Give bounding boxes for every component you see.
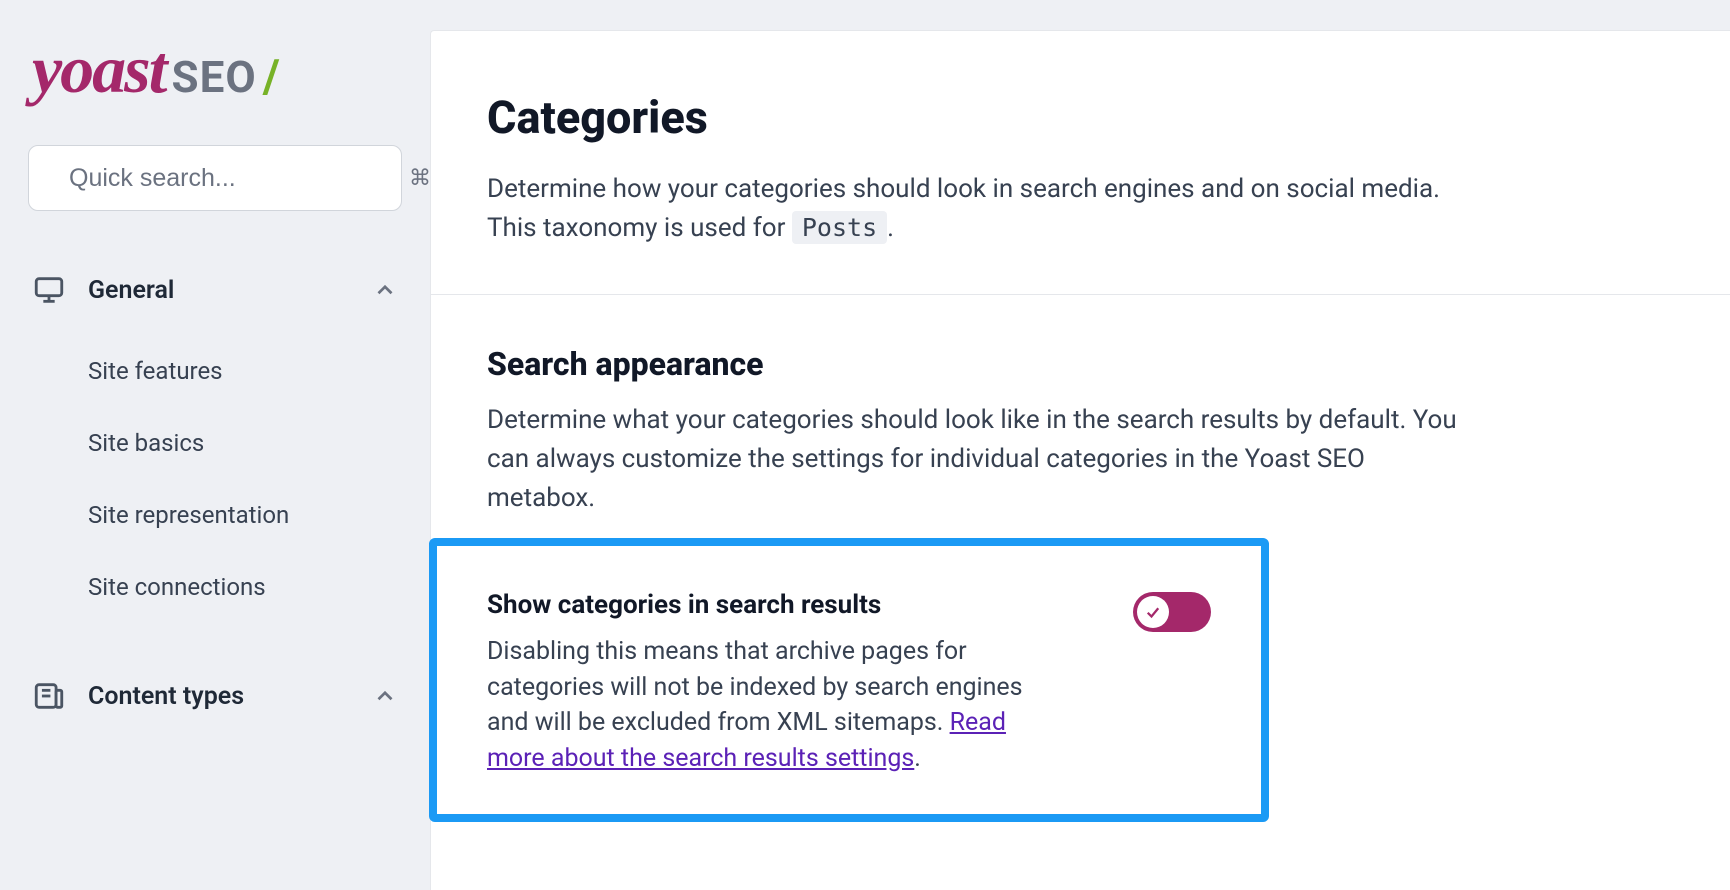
setting-description: Disabling this means that archive pages … <box>487 634 1047 776</box>
brand-suffix: SEO <box>172 51 257 103</box>
page-title: Categories <box>487 91 1674 144</box>
monitor-icon <box>32 273 66 307</box>
toggle-knob <box>1137 596 1169 628</box>
check-icon <box>1144 603 1162 621</box>
search-input[interactable] <box>69 164 391 193</box>
setting-text: Show categories in search results Disabl… <box>487 590 1093 776</box>
section-description: Determine what your categories should lo… <box>487 401 1477 518</box>
toggle-show-categories[interactable] <box>1133 592 1211 632</box>
sidebar-item-site-connections[interactable]: Site connections <box>88 551 402 623</box>
nav-group-content-types: Content types <box>28 665 402 727</box>
page-description: Determine how your categories should loo… <box>487 170 1467 248</box>
nav-group-header-general[interactable]: General <box>28 259 402 321</box>
sidebar-item-site-representation[interactable]: Site representation <box>88 479 402 551</box>
nav-group-label: General <box>88 276 350 305</box>
section-divider <box>431 294 1730 295</box>
sidebar: yoast SEO / ⌘K General Site features Sit… <box>0 0 430 890</box>
sidebar-item-site-features[interactable]: Site features <box>88 335 402 407</box>
setting-show-categories: Show categories in search results Disabl… <box>429 538 1269 822</box>
setting-desc-post: . <box>914 744 921 773</box>
newspaper-icon <box>32 679 66 713</box>
chevron-up-icon <box>372 277 398 303</box>
setting-desc-pre: Disabling this means that archive pages … <box>487 637 1023 737</box>
sidebar-item-site-basics[interactable]: Site basics <box>88 407 402 479</box>
nav-group-label: Content types <box>88 682 350 711</box>
page-desc-post: . <box>887 213 894 243</box>
chevron-up-icon <box>372 683 398 709</box>
page-desc-pre: Determine how your categories should loo… <box>487 174 1440 243</box>
search-input-wrap[interactable]: ⌘K <box>28 145 402 211</box>
brand-logo: yoast SEO / <box>32 30 402 109</box>
brand-name: yoast <box>32 30 166 109</box>
nav-sub-general: Site features Site basics Site represent… <box>28 335 402 623</box>
section-title: Search appearance <box>487 345 1674 383</box>
brand-slash: / <box>263 50 280 104</box>
setting-title: Show categories in search results <box>487 590 1093 620</box>
main-content: Categories Determine how your categories… <box>430 30 1730 890</box>
nav-group-general: General Site features Site basics Site r… <box>28 259 402 623</box>
taxonomy-chip: Posts <box>792 211 887 244</box>
nav-group-header-content-types[interactable]: Content types <box>28 665 402 727</box>
